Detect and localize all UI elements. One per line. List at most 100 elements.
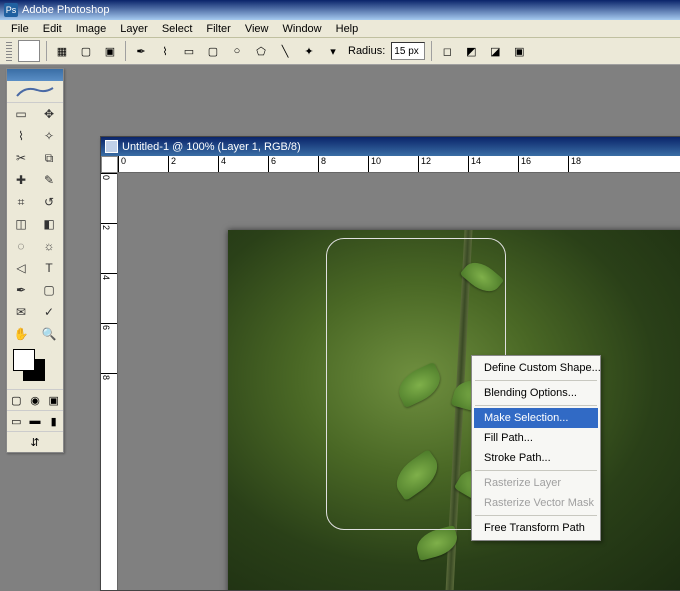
ctx-fill-path[interactable]: Fill Path... bbox=[474, 428, 598, 448]
type-tool[interactable]: T bbox=[35, 257, 63, 279]
stamp-tool[interactable]: ⌗ bbox=[7, 191, 35, 213]
separator bbox=[475, 380, 597, 381]
gradient-tool[interactable]: ◧ bbox=[35, 213, 63, 235]
pen-icon[interactable]: ✒ bbox=[132, 42, 150, 60]
radius-label: Radius: bbox=[348, 45, 385, 57]
menu-help[interactable]: Help bbox=[329, 21, 366, 37]
quickmask-mode-icon[interactable]: ◉ bbox=[26, 390, 45, 410]
menu-file[interactable]: File bbox=[4, 21, 36, 37]
rect-shape-icon[interactable]: ▭ bbox=[180, 42, 198, 60]
ctx-blending-options[interactable]: Blending Options... bbox=[474, 383, 598, 403]
radius-input[interactable] bbox=[391, 42, 425, 60]
blur-tool[interactable]: ◌ bbox=[7, 235, 35, 257]
lasso-tool[interactable]: ⌇ bbox=[7, 125, 35, 147]
move-tool[interactable]: ✥ bbox=[35, 103, 63, 125]
foreground-color[interactable] bbox=[13, 349, 35, 371]
ruler-tick: 10 bbox=[368, 156, 418, 172]
path-select-tool[interactable]: ◁ bbox=[7, 257, 35, 279]
heal-tool[interactable]: ✚ bbox=[7, 169, 35, 191]
shape-layers-icon[interactable]: ▦ bbox=[53, 42, 71, 60]
app-titlebar: Ps Adobe Photoshop bbox=[0, 0, 680, 20]
context-menu: Define Custom Shape... Blending Options.… bbox=[471, 355, 601, 541]
ruler-tick: 8 bbox=[101, 373, 117, 423]
zoom-tool[interactable]: 🔍 bbox=[35, 323, 63, 345]
paths-icon[interactable]: ▢ bbox=[77, 42, 95, 60]
freeform-pen-icon[interactable]: ⌇ bbox=[156, 42, 174, 60]
ruler-tick: 8 bbox=[318, 156, 368, 172]
menu-layer[interactable]: Layer bbox=[113, 21, 155, 37]
slice-tool[interactable]: ⧉ bbox=[35, 147, 63, 169]
ctx-define-custom-shape[interactable]: Define Custom Shape... bbox=[474, 358, 598, 378]
menu-edit[interactable]: Edit bbox=[36, 21, 69, 37]
screen-full-icon[interactable]: ▮ bbox=[44, 411, 63, 431]
combine-new-icon[interactable]: ◻ bbox=[438, 42, 456, 60]
toolbox-titlebar[interactable] bbox=[7, 69, 63, 81]
ctx-rasterize-vector-mask: Rasterize Vector Mask bbox=[474, 493, 598, 513]
mode-row-1: ▢ ◉ ▣ bbox=[7, 389, 63, 410]
tool-grid: ▭ ✥ ⌇ ✧ ✂ ⧉ ✚ ✎ ⌗ ↺ ◫ ◧ ◌ ☼ ◁ T ✒ ▢ ✉ ✓ … bbox=[7, 103, 63, 345]
brush-tool[interactable]: ✎ bbox=[35, 169, 63, 191]
shape-options-chevron-icon[interactable]: ▾ bbox=[324, 42, 342, 60]
combine-add-icon[interactable]: ◩ bbox=[462, 42, 480, 60]
toolbox[interactable]: ▭ ✥ ⌇ ✧ ✂ ⧉ ✚ ✎ ⌗ ↺ ◫ ◧ ◌ ☼ ◁ T ✒ ▢ ✉ ✓ … bbox=[6, 68, 64, 453]
notes-tool[interactable]: ✉ bbox=[7, 301, 35, 323]
plant-leaf bbox=[388, 449, 445, 501]
standard-mode-icon[interactable]: ▢ bbox=[7, 390, 26, 410]
ctx-make-selection[interactable]: Make Selection... bbox=[474, 408, 598, 428]
screen-std-icon[interactable]: ▭ bbox=[7, 411, 26, 431]
ctx-stroke-path[interactable]: Stroke Path... bbox=[474, 448, 598, 468]
menu-image[interactable]: Image bbox=[69, 21, 114, 37]
document-title: Untitled-1 @ 100% (Layer 1, RGB/8) bbox=[122, 141, 301, 153]
marquee-tool[interactable]: ▭ bbox=[7, 103, 35, 125]
ellipse-shape-icon[interactable]: ○ bbox=[228, 42, 246, 60]
shape-tool[interactable]: ▢ bbox=[35, 279, 63, 301]
document-titlebar[interactable]: Untitled-1 @ 100% (Layer 1, RGB/8) bbox=[101, 137, 680, 156]
menu-bar: File Edit Image Layer Select Filter View… bbox=[0, 20, 680, 38]
ruler-tick: 16 bbox=[518, 156, 568, 172]
mode-row-2: ▭ ▬ ▮ bbox=[7, 410, 63, 431]
toolbox-logo bbox=[7, 81, 63, 103]
custom-shape-icon[interactable]: ✦ bbox=[300, 42, 318, 60]
ruler-horizontal[interactable]: 0 2 4 6 8 10 12 14 16 18 bbox=[118, 156, 680, 173]
menu-filter[interactable]: Filter bbox=[199, 21, 237, 37]
image-content bbox=[228, 230, 680, 590]
jump-to-icon[interactable]: ⇵ bbox=[7, 432, 63, 452]
wand-tool[interactable]: ✧ bbox=[35, 125, 63, 147]
separator bbox=[475, 515, 597, 516]
polygon-shape-icon[interactable]: ⬠ bbox=[252, 42, 270, 60]
screen-menubar-icon[interactable]: ▬ bbox=[26, 411, 45, 431]
fill-pixels-icon[interactable]: ▣ bbox=[101, 42, 119, 60]
separator bbox=[125, 41, 126, 61]
crop-tool[interactable]: ✂ bbox=[7, 147, 35, 169]
options-grip[interactable] bbox=[6, 41, 12, 61]
hand-tool[interactable]: ✋ bbox=[7, 323, 35, 345]
current-tool-icon[interactable] bbox=[18, 40, 40, 62]
ruler-tick: 6 bbox=[101, 323, 117, 373]
eyedropper-tool[interactable]: ✓ bbox=[35, 301, 63, 323]
separator bbox=[475, 470, 597, 471]
ruler-tick: 0 bbox=[101, 173, 117, 223]
ruler-tick: 6 bbox=[268, 156, 318, 172]
ctx-free-transform-path[interactable]: Free Transform Path bbox=[474, 518, 598, 538]
menu-view[interactable]: View bbox=[238, 21, 276, 37]
document-icon bbox=[105, 140, 118, 153]
dodge-tool[interactable]: ☼ bbox=[35, 235, 63, 257]
menu-select[interactable]: Select bbox=[155, 21, 200, 37]
menu-window[interactable]: Window bbox=[276, 21, 329, 37]
eraser-tool[interactable]: ◫ bbox=[7, 213, 35, 235]
pen-tool[interactable]: ✒ bbox=[7, 279, 35, 301]
combine-intersect-icon[interactable]: ▣ bbox=[510, 42, 528, 60]
screen-mode-icon[interactable]: ▣ bbox=[44, 390, 63, 410]
line-shape-icon[interactable]: ╲ bbox=[276, 42, 294, 60]
color-swatches bbox=[11, 349, 59, 385]
ruler-tick: 4 bbox=[101, 273, 117, 323]
ruler-corner bbox=[101, 156, 118, 173]
ruler-vertical[interactable]: 0 2 4 6 8 bbox=[101, 173, 118, 590]
combine-subtract-icon[interactable]: ◪ bbox=[486, 42, 504, 60]
ruler-tick: 12 bbox=[418, 156, 468, 172]
rounded-rect-shape-icon[interactable]: ▢ bbox=[204, 42, 222, 60]
canvas[interactable] bbox=[228, 230, 680, 590]
history-brush-tool[interactable]: ↺ bbox=[35, 191, 63, 213]
jump-row: ⇵ bbox=[7, 431, 63, 452]
options-bar: ▦ ▢ ▣ ✒ ⌇ ▭ ▢ ○ ⬠ ╲ ✦ ▾ Radius: ◻ ◩ ◪ ▣ bbox=[0, 38, 680, 65]
